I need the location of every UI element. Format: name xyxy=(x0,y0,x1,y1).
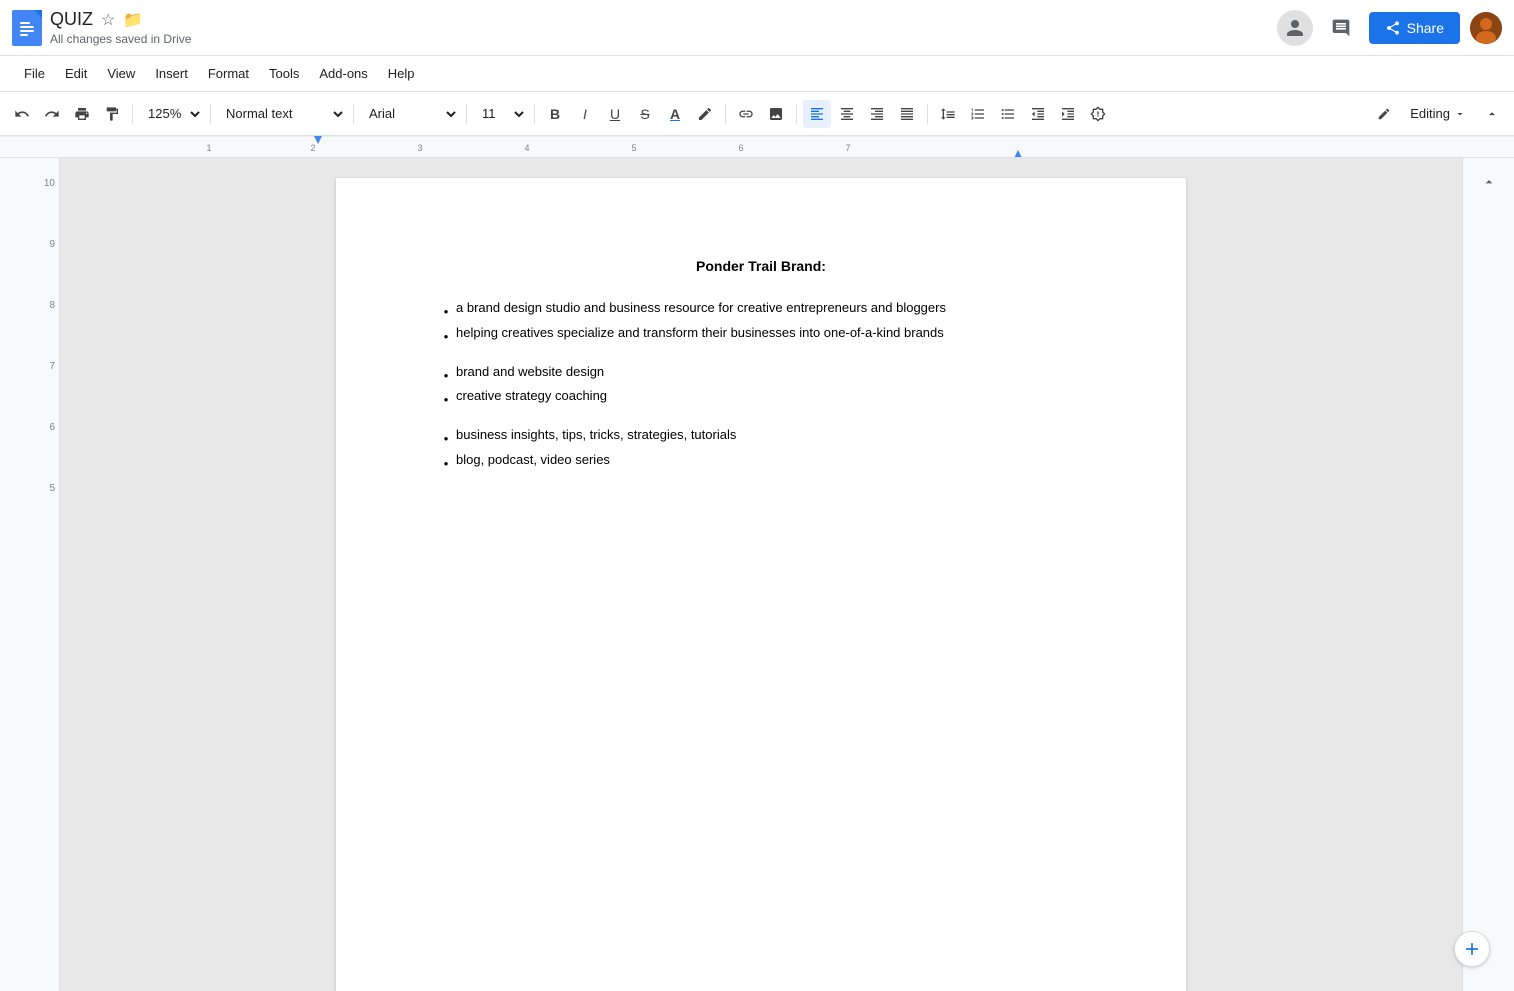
bullet-group-1: a brand design studio and business resou… xyxy=(436,298,1086,346)
svg-text:7: 7 xyxy=(845,143,850,153)
bullet-group-3: business insights, tips, tricks, strateg… xyxy=(436,425,1086,473)
menu-edit[interactable]: Edit xyxy=(57,62,95,85)
user-avatar[interactable] xyxy=(1470,12,1502,44)
main-layout: 10 9 8 7 6 5 Ponder Trail Brand: a brand… xyxy=(0,158,1514,991)
paint-format-button[interactable] xyxy=(98,100,126,128)
style-select[interactable]: Normal text Heading 1 Heading 2 Title xyxy=(217,100,347,128)
sep6 xyxy=(725,104,726,124)
svg-text:5: 5 xyxy=(631,143,636,153)
left-ruler: 10 9 8 7 6 5 xyxy=(0,158,60,991)
document-page[interactable]: Ponder Trail Brand: a brand design studi… xyxy=(336,178,1186,991)
print-button[interactable] xyxy=(68,100,96,128)
increase-indent-button[interactable] xyxy=(1054,100,1082,128)
list-item: a brand design studio and business resou… xyxy=(436,298,1086,321)
pencil-icon xyxy=(1370,100,1398,128)
bullet-dot xyxy=(436,364,456,385)
sep4 xyxy=(466,104,467,124)
share-button[interactable]: Share xyxy=(1369,12,1460,44)
svg-text:2: 2 xyxy=(310,143,315,153)
bulleted-list-button[interactable] xyxy=(994,100,1022,128)
list-item: business insights, tips, tricks, strateg… xyxy=(436,425,1086,448)
sep8 xyxy=(927,104,928,124)
link-button[interactable] xyxy=(732,100,760,128)
share-label: Share xyxy=(1407,20,1444,36)
sep1 xyxy=(132,104,133,124)
underline-button[interactable]: U xyxy=(601,100,629,128)
decrease-indent-button[interactable] xyxy=(1024,100,1052,128)
bullet-dot xyxy=(436,452,456,473)
comments-button[interactable] xyxy=(1323,10,1359,46)
right-panel xyxy=(1462,158,1514,991)
menu-tools[interactable]: Tools xyxy=(261,62,307,85)
image-button[interactable] xyxy=(762,100,790,128)
align-left-button[interactable] xyxy=(803,100,831,128)
people-avatar[interactable] xyxy=(1277,10,1313,46)
bold-button[interactable]: B xyxy=(541,100,569,128)
highlight-button[interactable] xyxy=(691,100,719,128)
menu-view[interactable]: View xyxy=(99,62,143,85)
save-status: All changes saved in Drive xyxy=(50,32,1269,46)
floating-action-button[interactable] xyxy=(1454,931,1490,967)
sep2 xyxy=(210,104,211,124)
title-area: QUIZ ☆ 📁 All changes saved in Drive xyxy=(50,9,1269,46)
sep5 xyxy=(534,104,535,124)
collapse-button[interactable] xyxy=(1478,100,1506,128)
document-heading: Ponder Trail Brand: xyxy=(436,258,1086,274)
italic-button[interactable]: I xyxy=(571,100,599,128)
line-spacing-button[interactable] xyxy=(934,100,962,128)
app-icon xyxy=(12,10,42,46)
doc-title[interactable]: QUIZ xyxy=(50,9,93,30)
menu-insert[interactable]: Insert xyxy=(147,62,196,85)
clear-format-button[interactable] xyxy=(1084,100,1112,128)
menu-help[interactable]: Help xyxy=(380,62,423,85)
numbered-list-button[interactable] xyxy=(964,100,992,128)
redo-button[interactable] xyxy=(38,100,66,128)
star-icon[interactable]: ☆ xyxy=(101,10,115,30)
document-area[interactable]: Ponder Trail Brand: a brand design studi… xyxy=(60,158,1462,991)
horizontal-ruler: 1 2 3 4 5 6 7 xyxy=(0,136,1514,158)
toolbar-right: Editing xyxy=(1370,100,1506,128)
align-center-button[interactable] xyxy=(833,100,861,128)
menu-addons[interactable]: Add-ons xyxy=(311,62,375,85)
svg-text:3: 3 xyxy=(417,143,422,153)
svg-text:6: 6 xyxy=(738,143,743,153)
bullet-dot xyxy=(436,388,456,409)
zoom-select[interactable]: 125% 100% 150% xyxy=(139,100,204,128)
menu-format[interactable]: Format xyxy=(200,62,257,85)
font-select[interactable]: Arial Times New Roman Helvetica xyxy=(360,100,460,128)
collapse-panel-button[interactable] xyxy=(1473,166,1505,198)
bullet-dot xyxy=(436,427,456,448)
bullet-dot xyxy=(436,325,456,346)
list-item: blog, podcast, video series xyxy=(436,450,1086,473)
menu-bar: File Edit View Insert Format Tools Add-o… xyxy=(0,56,1514,92)
strikethrough-button[interactable]: S xyxy=(631,100,659,128)
text-color-button[interactable]: A xyxy=(661,100,689,128)
align-right-button[interactable] xyxy=(863,100,891,128)
bullet-dot xyxy=(436,300,456,321)
sep3 xyxy=(353,104,354,124)
folder-icon[interactable]: 📁 xyxy=(123,10,143,30)
align-justify-button[interactable] xyxy=(893,100,921,128)
menu-file[interactable]: File xyxy=(16,62,53,85)
top-bar: QUIZ ☆ 📁 All changes saved in Drive Shar… xyxy=(0,0,1514,56)
editing-mode-label[interactable]: Editing xyxy=(1402,102,1474,125)
list-item: brand and website design xyxy=(436,362,1086,385)
toolbar: 125% 100% 150% Normal text Heading 1 Hea… xyxy=(0,92,1514,136)
list-item: creative strategy coaching xyxy=(436,386,1086,409)
editing-text: Editing xyxy=(1410,106,1450,121)
top-right-area: Share xyxy=(1277,10,1502,46)
undo-button[interactable] xyxy=(8,100,36,128)
svg-text:4: 4 xyxy=(524,143,529,153)
svg-text:1: 1 xyxy=(206,143,211,153)
bullet-group-2: brand and website design creative strate… xyxy=(436,362,1086,410)
sep7 xyxy=(796,104,797,124)
font-size-select[interactable]: 11 10 12 14 xyxy=(473,100,528,128)
list-item: helping creatives specialize and transfo… xyxy=(436,323,1086,346)
